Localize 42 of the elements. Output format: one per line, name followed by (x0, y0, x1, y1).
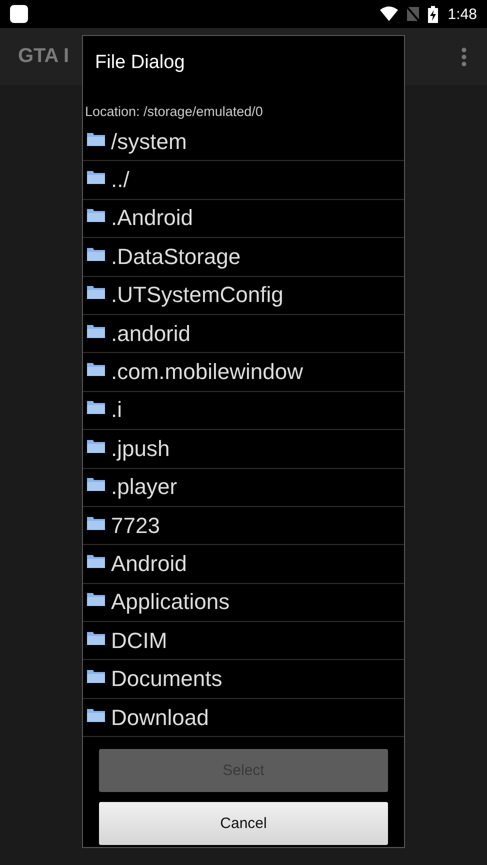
folder-icon (87, 554, 105, 568)
folder-item[interactable]: Applications (83, 584, 404, 622)
folder-item[interactable]: .jpush (83, 430, 404, 469)
folder-item[interactable]: DCIM (83, 622, 404, 660)
folder-item[interactable]: .player (83, 468, 404, 507)
folder-item[interactable]: Android (83, 545, 404, 584)
folder-icon (87, 592, 105, 606)
folder-icon (87, 516, 105, 530)
no-sim-icon (406, 6, 420, 22)
folder-icon (87, 170, 105, 184)
folder-icon (87, 324, 105, 338)
folder-icon (87, 246, 105, 261)
app-title: GTA I (18, 45, 70, 68)
wifi-icon (380, 6, 398, 22)
folder-icon (87, 438, 105, 453)
folder-icon (87, 362, 105, 376)
folder-icon (87, 132, 105, 146)
folder-item[interactable]: /system (83, 123, 404, 162)
more-menu-icon[interactable] (461, 46, 467, 66)
folder-item[interactable]: Download (83, 698, 404, 738)
folder-item[interactable]: .DataStorage (83, 238, 404, 277)
folder-icon (87, 208, 105, 222)
dialog-title: File Dialog (94, 51, 186, 75)
folder-icon (87, 630, 105, 645)
folder-item[interactable]: .andorid (83, 314, 404, 354)
notification-icon (10, 5, 28, 23)
folder-icon (87, 285, 105, 300)
folder-icon (87, 477, 105, 492)
clock-time: 1:48 (448, 6, 477, 22)
folder-item[interactable]: Documents (83, 660, 404, 699)
folder-icon (87, 708, 105, 722)
folder-item[interactable]: .com.mobilewindow (83, 353, 404, 392)
folder-item[interactable]: 7723 (83, 506, 404, 546)
cancel-button[interactable]: Cancel (99, 802, 388, 846)
folder-item[interactable]: .i (83, 392, 404, 430)
folder-item[interactable]: ../ (83, 161, 404, 200)
location-path: Location: /storage/emulated/0 (84, 103, 264, 121)
folder-item[interactable]: .UTSystemConfig (83, 276, 404, 315)
folder-icon (87, 669, 105, 684)
folder-item[interactable]: .Android (83, 200, 404, 238)
battery-charging-icon (428, 6, 438, 22)
folder-icon (87, 400, 105, 414)
